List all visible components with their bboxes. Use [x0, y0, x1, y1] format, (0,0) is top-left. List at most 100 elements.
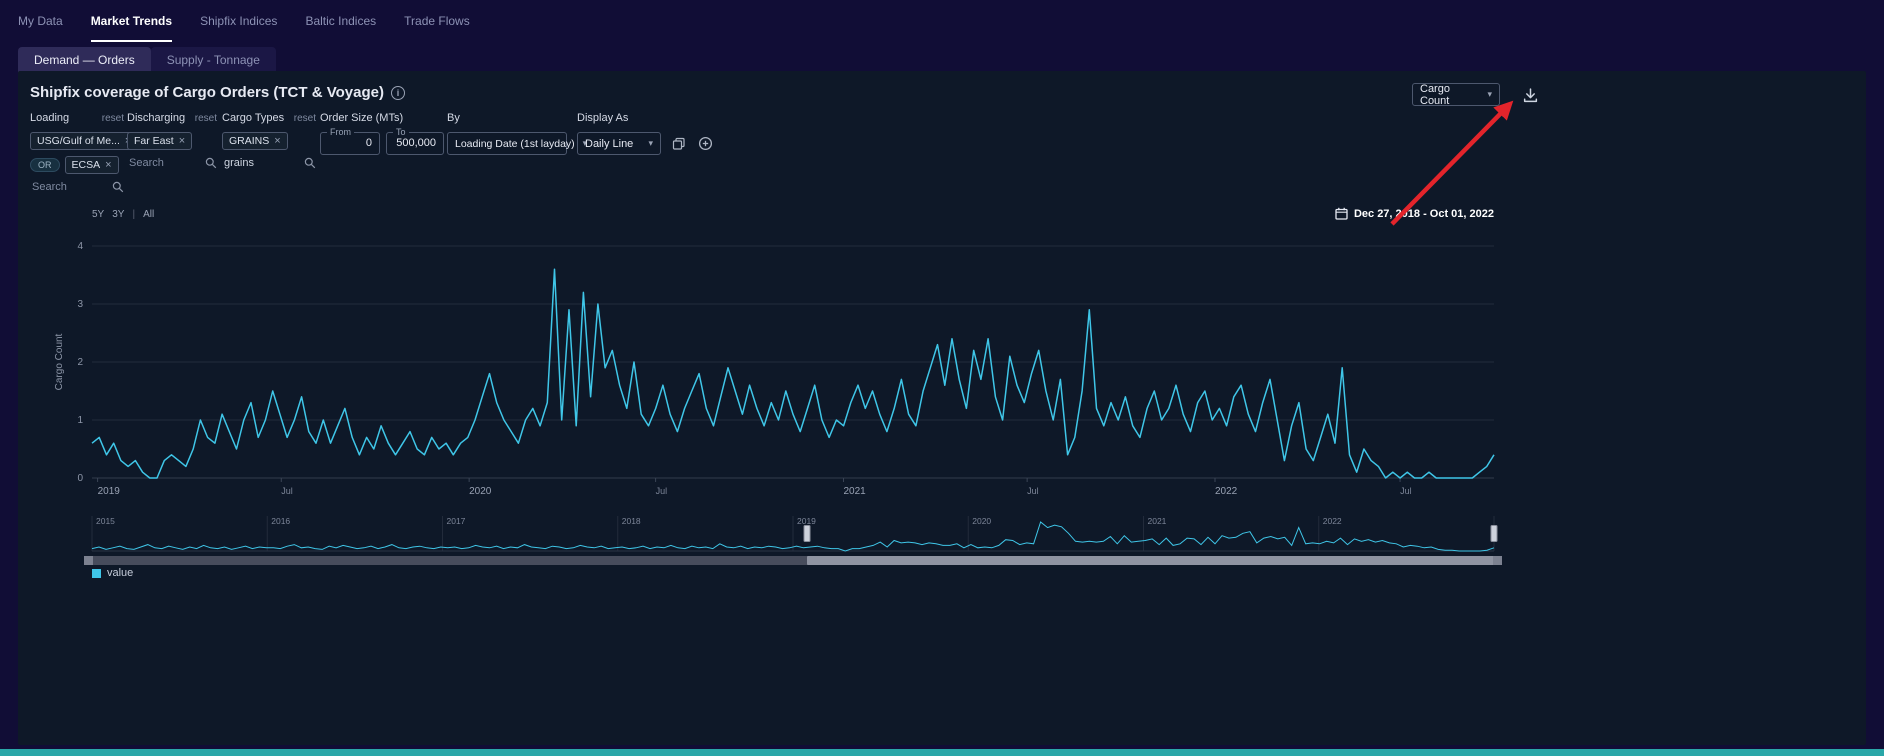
scrollbar-thumb[interactable] [807, 556, 1502, 565]
by-dropdown[interactable]: Loading Date (1st layday) ▾ [447, 132, 567, 155]
svg-text:2019: 2019 [98, 486, 121, 497]
discharging-search-input[interactable] [127, 156, 202, 170]
range-all-button[interactable]: All [143, 209, 154, 220]
svg-text:2021: 2021 [843, 486, 866, 497]
main-line-chart[interactable]: 0 1 2 3 4 2019 Jul 2020 Jul 2021 Jul 2022 Jul Cargo C… [18, 231, 1866, 511]
legend-swatch [92, 569, 101, 578]
svg-text:Jul: Jul [281, 486, 293, 496]
or-badge: OR [30, 158, 60, 172]
remove-tag-icon[interactable]: × [179, 136, 185, 147]
chevron-down-icon: ▾ [648, 138, 653, 149]
svg-text:2018: 2018 [622, 516, 641, 526]
filter-label: Cargo Types [222, 112, 284, 124]
chevron-down-icon: ▾ [1487, 89, 1492, 100]
metric-dropdown-value: Cargo Count [1420, 83, 1479, 107]
filter-discharging: Discharging reset Far East × [127, 112, 217, 170]
svg-text:Jul: Jul [1400, 486, 1412, 496]
nav-item-my-data[interactable]: My Data [18, 0, 63, 42]
svg-text:4: 4 [77, 241, 83, 252]
loading-search-input[interactable] [30, 180, 105, 194]
display-as-dropdown-value: Daily Line [585, 138, 633, 150]
range-divider: | [132, 209, 135, 220]
svg-text:2016: 2016 [271, 516, 290, 526]
filter-order-size: Order Size (MTs) From 0 To 500,000 [320, 112, 444, 155]
filter-label: By [447, 112, 460, 124]
page-title: Shipfix coverage of Cargo Orders (TCT & … [30, 84, 384, 101]
copy-icon [672, 137, 686, 151]
search-icon [112, 181, 124, 193]
nav-item-market-trends[interactable]: Market Trends [91, 0, 172, 42]
copy-chart-button[interactable] [671, 136, 687, 152]
nav-item-trade-flows[interactable]: Trade Flows [404, 0, 470, 42]
add-circle-button[interactable] [697, 136, 713, 152]
tag-label: ECSA [72, 159, 101, 171]
calendar-icon [1335, 207, 1348, 220]
nav-item-shipfix-indices[interactable]: Shipfix Indices [200, 0, 277, 42]
legend-item-value[interactable]: value [92, 567, 133, 579]
legend-label: value [107, 567, 133, 579]
date-range-picker[interactable]: Dec 27, 2018 - Oct 01, 2022 [1335, 207, 1494, 220]
cargo-types-search-input[interactable] [222, 156, 297, 170]
tag-label: USG/Gulf of Me... [37, 135, 120, 147]
filter-label: Order Size (MTs) [320, 112, 403, 124]
filter-cargo-types: Cargo Types reset GRAINS × [222, 112, 316, 170]
svg-text:Jul: Jul [1027, 486, 1039, 496]
by-dropdown-value: Loading Date (1st layday) [455, 138, 575, 150]
order-size-from-field[interactable]: From 0 [320, 132, 380, 155]
chart-panel: Shipfix coverage of Cargo Orders (TCT & … [18, 71, 1866, 745]
discharging-tag-far-east[interactable]: Far East × [127, 132, 192, 150]
search-icon [205, 157, 217, 169]
navigator-scrollbar[interactable] [84, 556, 1502, 565]
scrollbar-left-cap[interactable] [84, 556, 93, 565]
discharging-reset-button[interactable]: reset [195, 113, 217, 124]
loading-tag-ecsa[interactable]: ECSA × [65, 156, 119, 174]
loading-reset-button[interactable]: reset [102, 113, 124, 124]
svg-text:Cargo Count: Cargo Count [54, 333, 65, 390]
download-button[interactable] [1520, 85, 1540, 105]
remove-tag-icon[interactable]: × [274, 136, 280, 147]
info-icon[interactable]: i [391, 86, 405, 100]
panel-title: Shipfix coverage of Cargo Orders (TCT & … [30, 84, 405, 101]
to-label: To [393, 127, 409, 137]
metric-dropdown[interactable]: Cargo Count ▾ [1412, 83, 1500, 106]
top-navigation: My Data Market Trends Shipfix Indices Ba… [0, 0, 1884, 42]
date-range-text: Dec 27, 2018 - Oct 01, 2022 [1354, 208, 1494, 220]
cargo-tag-grains[interactable]: GRAINS × [222, 132, 288, 150]
svg-text:2022: 2022 [1215, 486, 1238, 497]
tag-label: GRAINS [229, 135, 269, 147]
search-icon [304, 157, 316, 169]
footer-accent-bar [0, 749, 1884, 756]
order-size-to-field[interactable]: To 500,000 [386, 132, 444, 155]
scrollbar-right-cap[interactable] [1493, 556, 1502, 565]
svg-text:Jul: Jul [656, 486, 668, 496]
navigator-chart[interactable]: 20152016201720182019202020212022 [18, 511, 1866, 555]
tab-demand-orders[interactable]: Demand — Orders [18, 47, 151, 73]
svg-text:2019: 2019 [797, 516, 816, 526]
add-circle-icon [698, 136, 713, 151]
svg-text:2: 2 [77, 357, 83, 368]
filter-label: Display As [577, 112, 628, 124]
sub-tabs: Demand — Orders Supply - Tonnage [18, 47, 276, 73]
svg-text:0: 0 [77, 473, 83, 484]
range-5y-button[interactable]: 5Y [92, 209, 104, 220]
range-selector: 5Y 3Y | All [92, 209, 154, 220]
filter-by: By Loading Date (1st layday) ▾ [447, 112, 567, 155]
loading-tag-usg[interactable]: USG/Gulf of Me... × [30, 132, 138, 150]
display-as-dropdown[interactable]: Daily Line ▾ [577, 132, 661, 155]
svg-text:2015: 2015 [96, 516, 115, 526]
remove-tag-icon[interactable]: × [105, 160, 111, 171]
filter-label: Loading [30, 112, 69, 124]
svg-text:3: 3 [77, 299, 83, 310]
cargo-types-reset-button[interactable]: reset [294, 113, 316, 124]
filter-label: Discharging [127, 112, 185, 124]
download-icon [1522, 87, 1539, 104]
filter-display-as: Display As Daily Line ▾ [577, 112, 727, 155]
svg-text:2020: 2020 [469, 486, 492, 497]
svg-text:2017: 2017 [447, 516, 466, 526]
range-3y-button[interactable]: 3Y [112, 209, 124, 220]
svg-text:1: 1 [77, 415, 83, 426]
from-label: From [327, 127, 354, 137]
nav-item-baltic-indices[interactable]: Baltic Indices [305, 0, 376, 42]
filter-loading: Loading reset USG/Gulf of Me... × OR ECS… [30, 112, 124, 194]
tab-supply-tonnage[interactable]: Supply - Tonnage [151, 47, 276, 73]
